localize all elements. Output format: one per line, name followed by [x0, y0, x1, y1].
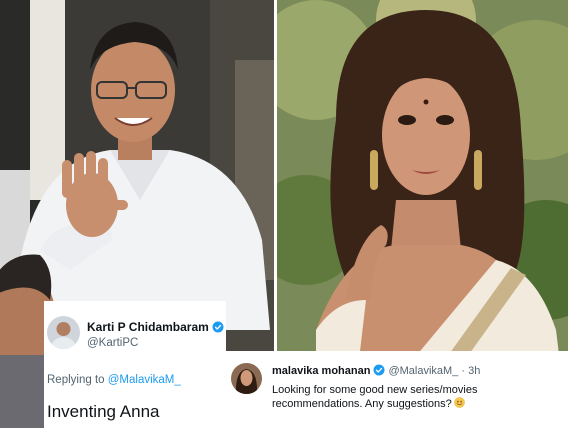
replying-to-label: Replying to	[47, 374, 105, 386]
karti-display-name[interactable]: Karti P Chidambaram	[87, 320, 224, 334]
original-tweet-card[interactable]: malavika mohanan @MalavikaM_ · 3h Looking…	[226, 351, 568, 428]
karti-name-text[interactable]: Karti P Chidambaram	[87, 320, 209, 334]
karti-handle[interactable]: @KartiPC	[87, 337, 138, 349]
original-tweet-text: Looking for some good new series/movies …	[272, 383, 564, 411]
replying-to-line: Replying to @MalavikaM_	[47, 374, 181, 386]
reply-mention-link[interactable]: @MalavikaM_	[108, 374, 181, 386]
verified-badge-icon	[212, 321, 224, 333]
reply-tweet-text: Inventing Anna	[47, 402, 160, 421]
verified-badge-icon	[373, 364, 385, 376]
malavika-handle[interactable]: @MalavikaM_	[388, 365, 458, 377]
smiling-face-icon	[454, 397, 465, 408]
malavika-avatar[interactable]	[231, 363, 262, 394]
original-tweet-body: Looking for some good new series/movies …	[272, 384, 478, 410]
malavika-display-name[interactable]: malavika mohanan @MalavikaM_ · 3h	[272, 364, 480, 377]
malavika-name-text[interactable]: malavika mohanan	[272, 365, 370, 377]
karti-avatar[interactable]	[47, 316, 80, 349]
reply-tweet-card[interactable]: Karti P Chidambaram @KartiPC Replying to…	[44, 301, 226, 428]
tweet-time[interactable]: · 3h	[461, 365, 480, 377]
